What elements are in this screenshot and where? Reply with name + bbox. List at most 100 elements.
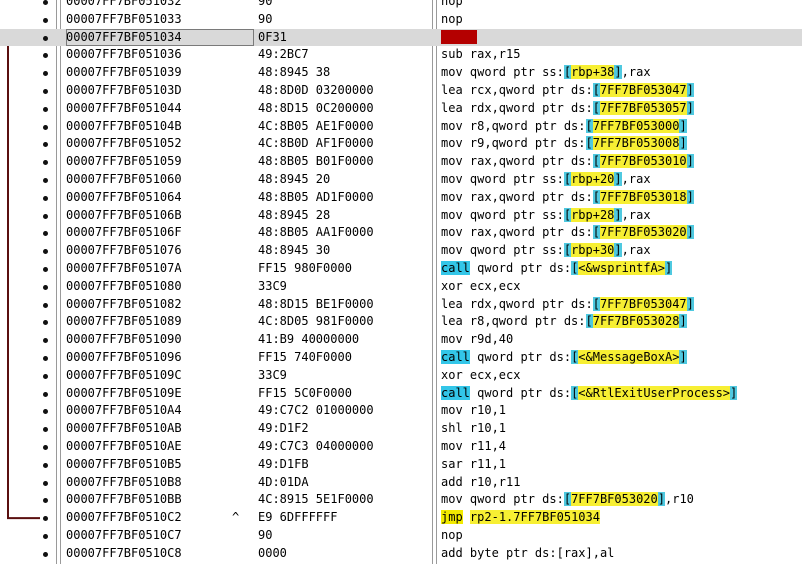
instruction-row[interactable]: 00007FF7BF0510B8 4D:01DA add r10,r11 — [0, 474, 802, 492]
bytes-cell[interactable]: 48:8945 30 — [258, 242, 430, 260]
instruction-row[interactable]: 00007FF7BF051032 90 nop — [0, 0, 802, 11]
breakpoint-dot-icon[interactable] — [43, 17, 48, 23]
disassembly-cell[interactable]: add r10,r11 — [441, 474, 801, 492]
address-cell[interactable]: 00007FF7BF051044 — [66, 100, 254, 118]
instruction-row[interactable]: 00007FF7BF0510C8 0000 add byte ptr ds:[rax… — [0, 545, 802, 563]
instruction-row[interactable]: 00007FF7BF051082 48:8D15 BE1F0000 lea rdx,… — [0, 296, 802, 314]
address-cell[interactable]: 00007FF7BF0510C2 — [66, 509, 254, 527]
bytes-cell[interactable]: 48:8B05 AD1F0000 — [258, 189, 430, 207]
breakpoint-dot-icon[interactable] — [43, 71, 48, 77]
instruction-row[interactable]: 00007FF7BF0510BB 4C:8915 5E1F0000 mov qwor… — [0, 491, 802, 509]
instruction-row[interactable]: 00007FF7BF0510AB 49:D1F2 shl r10,1 — [0, 420, 802, 438]
breakpoint-dot-icon[interactable] — [43, 462, 48, 468]
address-cell[interactable]: 00007FF7BF0510BB — [66, 491, 254, 509]
disassembly-cell[interactable]: rdtsc — [441, 28, 801, 47]
breakpoint-dot-icon[interactable] — [43, 266, 48, 272]
bytes-cell[interactable]: 48:8945 20 — [258, 171, 430, 189]
breakpoint-dot-icon[interactable] — [43, 35, 48, 41]
instruction-row[interactable]: 00007FF7BF051033 90 nop — [0, 11, 802, 29]
disassembly-cell[interactable]: nop — [441, 0, 801, 11]
address-cell[interactable]: 00007FF7BF051064 — [66, 189, 254, 207]
bytes-cell[interactable]: 4C:8D05 981F0000 — [258, 313, 430, 331]
disassembly-cell[interactable]: jmp rp2-1.7FF7BF051034 — [441, 509, 801, 527]
disassembly-cell[interactable]: lea rdx,qword ptr ds:[7FF7BF053047] — [441, 296, 801, 314]
breakpoint-dot-icon[interactable] — [43, 551, 48, 557]
address-cell[interactable]: 00007FF7BF0510AB — [66, 420, 254, 438]
breakpoint-dot-icon[interactable] — [43, 284, 48, 290]
breakpoint-dot-icon[interactable] — [43, 302, 48, 308]
breakpoint-dot-icon[interactable] — [43, 427, 48, 433]
address-cell[interactable]: 00007FF7BF051096 — [66, 349, 254, 367]
address-cell[interactable]: 00007FF7BF051080 — [66, 278, 254, 296]
address-cell[interactable]: 00007FF7BF05107A — [66, 260, 254, 278]
address-cell[interactable]: 00007FF7BF051052 — [66, 135, 254, 153]
address-cell[interactable]: 00007FF7BF05103D — [66, 82, 254, 100]
instruction-row[interactable]: 00007FF7BF051034 0F31 rdtsc — [0, 28, 802, 47]
address-cell[interactable]: 00007FF7BF051076 — [66, 242, 254, 260]
disassembly-cell[interactable]: xor ecx,ecx — [441, 367, 801, 385]
instruction-row[interactable]: 00007FF7BF05104B 4C:8B05 AE1F0000 mov r8,q… — [0, 118, 802, 136]
disassembly-cell[interactable]: call qword ptr ds:[<&RtlExitUserProcess>… — [441, 385, 801, 403]
bytes-cell[interactable]: 49:D1FB — [258, 456, 430, 474]
bytes-cell[interactable]: 41:B9 40000000 — [258, 331, 430, 349]
disassembly-cell[interactable]: nop — [441, 527, 801, 545]
disassembly-view[interactable]: 00007FF7BF051032 90 nop 00007FF7BF051033 90 n… — [0, 0, 802, 564]
breakpoint-dot-icon[interactable] — [43, 320, 48, 326]
disassembly-cell[interactable]: mov qword ptr ss:[rbp+30],rax — [441, 242, 801, 260]
disassembly-cell[interactable]: mov r11,4 — [441, 438, 801, 456]
instruction-row[interactable]: 00007FF7BF051076 48:8945 30 mov qword ptr … — [0, 242, 802, 260]
disassembly-cell[interactable]: lea rdx,qword ptr ds:[7FF7BF053057] — [441, 100, 801, 118]
breakpoint-dot-icon[interactable] — [43, 533, 48, 539]
disassembly-cell[interactable]: lea rcx,qword ptr ds:[7FF7BF053047] — [441, 82, 801, 100]
address-cell[interactable]: 00007FF7BF051032 — [66, 0, 254, 11]
disassembly-cell[interactable]: mov qword ptr ss:[rbp+20],rax — [441, 171, 801, 189]
disassembly-cell[interactable]: add byte ptr ds:[rax],al — [441, 545, 801, 563]
disassembly-cell[interactable]: shl r10,1 — [441, 420, 801, 438]
bytes-cell[interactable]: 90 — [258, 527, 430, 545]
breakpoint-dot-icon[interactable] — [43, 0, 48, 5]
breakpoint-dot-icon[interactable] — [43, 160, 48, 166]
address-cell[interactable]: 00007FF7BF05109C — [66, 367, 254, 385]
disassembly-cell[interactable]: mov qword ptr ds:[7FF7BF053020],r10 — [441, 491, 801, 509]
instruction-row[interactable]: 00007FF7BF05107A FF15 980F0000 call qword … — [0, 260, 802, 278]
instruction-row[interactable]: 00007FF7BF0510C2 E9 6DFFFFFF ^ jmp rp2-1.7F… — [0, 509, 802, 527]
address-cell[interactable]: 00007FF7BF0510C7 — [66, 527, 254, 545]
bytes-cell[interactable]: 33C9 — [258, 278, 430, 296]
address-cell[interactable]: 00007FF7BF05106F — [66, 224, 254, 242]
bytes-cell[interactable]: 0000 — [258, 545, 430, 563]
address-cell[interactable]: 00007FF7BF051059 — [66, 153, 254, 171]
breakpoint-dot-icon[interactable] — [43, 516, 48, 522]
bytes-cell[interactable]: 4D:01DA — [258, 474, 430, 492]
bytes-cell[interactable]: 49:2BC7 — [258, 46, 430, 64]
instruction-row[interactable]: 00007FF7BF0510A4 49:C7C2 01000000 mov r10,… — [0, 402, 802, 420]
breakpoint-dot-icon[interactable] — [43, 195, 48, 201]
bytes-cell[interactable]: 48:8B05 AA1F0000 — [258, 224, 430, 242]
breakpoint-dot-icon[interactable] — [43, 142, 48, 148]
disassembly-cell[interactable]: mov rax,qword ptr ds:[7FF7BF053018] — [441, 189, 801, 207]
disassembly-cell[interactable]: mov rax,qword ptr ds:[7FF7BF053010] — [441, 153, 801, 171]
bytes-cell[interactable]: 90 — [258, 0, 430, 11]
bytes-cell[interactable]: FF15 980F0000 — [258, 260, 430, 278]
instruction-row[interactable]: 00007FF7BF05103D 48:8D0D 03200000 lea rcx,… — [0, 82, 802, 100]
disassembly-cell[interactable]: lea r8,qword ptr ds:[7FF7BF053028] — [441, 313, 801, 331]
disassembly-cell[interactable]: call qword ptr ds:[<&MessageBoxA>] — [441, 349, 801, 367]
breakpoint-dot-icon[interactable] — [43, 106, 48, 112]
breakpoint-dot-icon[interactable] — [43, 338, 48, 344]
disassembly-cell[interactable]: mov r10,1 — [441, 402, 801, 420]
bytes-cell[interactable]: 33C9 — [258, 367, 430, 385]
disassembly-cell[interactable]: mov r9d,40 — [441, 331, 801, 349]
instruction-row[interactable]: 00007FF7BF051089 4C:8D05 981F0000 lea r8,q… — [0, 313, 802, 331]
bytes-cell[interactable]: 48:8945 38 — [258, 64, 430, 82]
address-cell[interactable]: 00007FF7BF051033 — [66, 11, 254, 29]
breakpoint-dot-icon[interactable] — [43, 409, 48, 415]
address-cell[interactable]: 00007FF7BF051039 — [66, 64, 254, 82]
disassembly-cell[interactable]: mov r8,qword ptr ds:[7FF7BF053000] — [441, 118, 801, 136]
instruction-row[interactable]: 00007FF7BF05109C 33C9 xor ecx,ecx — [0, 367, 802, 385]
instruction-row[interactable]: 00007FF7BF051096 FF15 740F0000 call qword … — [0, 349, 802, 367]
instruction-row[interactable]: 00007FF7BF051060 48:8945 20 mov qword ptr … — [0, 171, 802, 189]
instruction-row[interactable]: 00007FF7BF051052 4C:8B0D AF1F0000 mov r9,q… — [0, 135, 802, 153]
breakpoint-dot-icon[interactable] — [43, 88, 48, 94]
bytes-cell[interactable]: 49:C7C2 01000000 — [258, 402, 430, 420]
bytes-cell[interactable]: FF15 5C0F0000 — [258, 385, 430, 403]
disassembly-cell[interactable]: mov qword ptr ss:[rbp+38],rax — [441, 64, 801, 82]
